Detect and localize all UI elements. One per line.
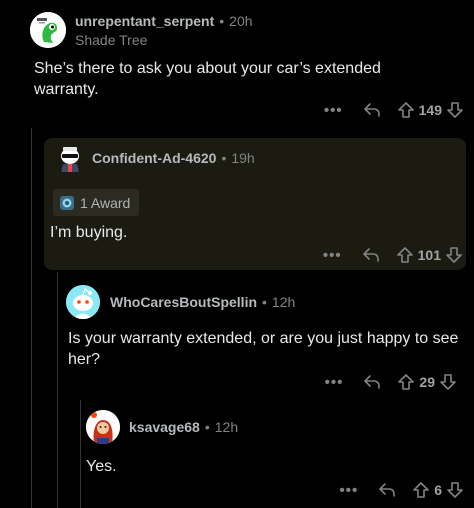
more-options-icon[interactable]: ••• (339, 482, 358, 499)
downvote-icon[interactable] (446, 481, 464, 499)
username[interactable]: WhoCaresBoutSpellin (110, 294, 257, 310)
comment-body: Yes. (86, 458, 117, 475)
comment-header: WhoCaresBoutSpellin • 12h (66, 285, 295, 319)
vote-score: 149 (418, 102, 442, 118)
username[interactable]: Confident-Ad-4620 (92, 150, 216, 166)
upvote-icon[interactable] (412, 481, 430, 499)
avatar[interactable] (66, 285, 100, 319)
comment-thread: unrepentant_serpent • 20h Shade Tree She… (0, 0, 474, 508)
comment-header: unrepentant_serpent • 20h Shade Tree (30, 12, 253, 48)
comment-actions: ••• 29 (325, 373, 457, 391)
reply-icon[interactable] (378, 481, 396, 499)
comment-actions: ••• 149 (324, 101, 464, 119)
downvote-icon[interactable] (445, 246, 463, 264)
reply-icon[interactable] (363, 373, 381, 391)
timestamp: 12h (214, 419, 239, 435)
more-options-icon[interactable]: ••• (323, 247, 342, 264)
timestamp: 20h (229, 12, 253, 29)
comment-actions: ••• 6 (339, 481, 464, 499)
avatar[interactable] (86, 410, 120, 444)
comment-header: Confident-Ad-4620 • 19h (54, 142, 255, 174)
vote-score: 101 (417, 247, 441, 263)
thread-line[interactable] (80, 400, 81, 508)
award-icon (59, 195, 75, 211)
thread-line[interactable] (57, 272, 58, 508)
upvote-icon[interactable] (396, 246, 414, 264)
comment-body: Is your warranty extended, or are you ju… (68, 330, 459, 368)
downvote-icon[interactable] (439, 373, 457, 391)
upvote-icon[interactable] (397, 101, 415, 119)
username[interactable]: unrepentant_serpent (75, 13, 214, 29)
separator: • (221, 150, 227, 166)
award-label: 1 Award (80, 194, 131, 211)
timestamp: 12h (271, 294, 296, 310)
username[interactable]: ksavage68 (129, 419, 200, 435)
comment-body: I’m buying. (50, 224, 128, 241)
thread-line[interactable] (31, 128, 32, 508)
vote-score: 29 (419, 374, 435, 390)
user-flair: Shade Tree (75, 31, 148, 48)
more-options-icon[interactable]: ••• (325, 374, 344, 391)
avatar[interactable] (54, 142, 86, 174)
vote-score: 6 (434, 482, 442, 498)
reply-icon[interactable] (363, 101, 381, 119)
downvote-icon[interactable] (446, 101, 464, 119)
separator: • (219, 12, 225, 29)
separator: • (262, 294, 267, 310)
upvote-icon[interactable] (397, 373, 415, 391)
timestamp: 19h (231, 150, 255, 166)
reply-icon[interactable] (362, 246, 380, 264)
award-badge[interactable]: 1 Award (53, 189, 140, 216)
separator: • (204, 419, 210, 435)
comment-actions: ••• 101 (323, 246, 463, 264)
comment-body: She’s there to ask you about your car’s … (34, 60, 381, 98)
avatar[interactable] (30, 12, 66, 48)
more-options-icon[interactable]: ••• (324, 102, 343, 119)
comment-header: ksavage68 • 12h (86, 410, 238, 444)
